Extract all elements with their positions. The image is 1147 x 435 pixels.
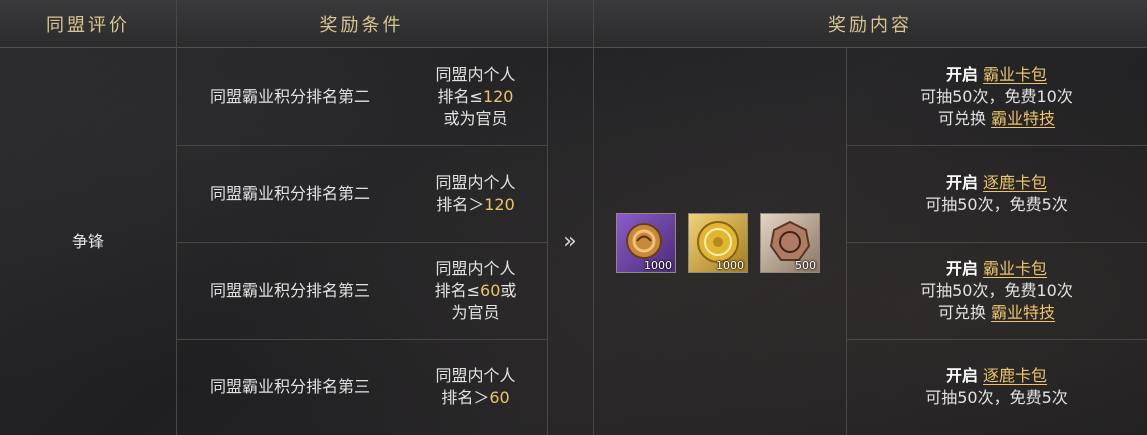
card-pack-link[interactable]: 逐鹿卡包 (983, 366, 1047, 385)
condition-text: 或为官员 (443, 108, 508, 128)
reward-draws: 可抽50次，免费5次 (925, 388, 1068, 407)
card-pack-link[interactable]: 霸业卡包 (983, 259, 1047, 278)
reward-open-line: 开启 霸业卡包 (946, 258, 1047, 280)
condition-number: 120 (482, 86, 514, 106)
reward-open-line: 开启 霸业卡包 (946, 64, 1047, 86)
reward-exchange-text: 可兑换 (937, 108, 986, 128)
reward-open-text: 开启 (945, 258, 978, 278)
reward-table: 同盟评价 奖励条件 奖励内容 争锋 同盟霸业积分排名第二 同盟内个人 排名≤12… (0, 0, 1147, 435)
condition-rank-line: 排名≤120 (438, 86, 514, 108)
condition-text: 为官员 (451, 302, 500, 322)
reward-open-text: 开启 (945, 172, 978, 192)
reward-open-text: 开启 (945, 366, 978, 385)
condition-text: 同盟内个人 (435, 172, 516, 192)
condition-text: 同盟内个人 (435, 64, 516, 84)
reward-description: 开启 霸业卡包 可抽50次，免费10次 可兑换 霸业特技 (846, 48, 1147, 145)
condition-text: 同盟内个人 (435, 366, 516, 385)
reward-exchange-line: 可兑换 霸业特技 (938, 302, 1055, 324)
rank-condition: 同盟霸业积分排名第三 (209, 280, 370, 300)
divider (593, 0, 594, 435)
reward-description: 开启 逐鹿卡包 可抽50次，免费5次 (846, 145, 1147, 242)
member-condition: 同盟内个人 排名≤60或 为官员 (404, 242, 547, 339)
item-count: 500 (795, 259, 816, 272)
reward-open-line: 开启 逐鹿卡包 (946, 172, 1047, 194)
reward-description: 开启 霸业卡包 可抽50次，免费10次 可兑换 霸业特技 (846, 242, 1147, 339)
reward-item[interactable]: 1000 (616, 213, 676, 273)
card-pack-link[interactable]: 逐鹿卡包 (983, 173, 1047, 192)
reward-exchange-line: 可兑换 霸业特技 (938, 108, 1055, 130)
rank-condition: 同盟霸业积分排名第二 (209, 183, 370, 203)
member-condition: 同盟内个人 排名＞120 (404, 145, 547, 242)
header-spacer (547, 0, 593, 48)
condition-text: 同盟内个人 (435, 258, 516, 278)
rank-condition: 同盟霸业积分排名第三 (209, 377, 370, 396)
reward-open-text: 开启 (945, 64, 978, 84)
member-condition: 同盟内个人 排名≤120 或为官员 (404, 48, 547, 145)
reward-exchange-text: 可兑换 (937, 302, 986, 322)
card-pack-link[interactable]: 霸业卡包 (983, 65, 1047, 84)
reward-draws: 可抽50次，免费10次 (920, 280, 1073, 300)
header-rewards: 奖励内容 (593, 0, 1147, 48)
condition-text: 排名≤ (437, 86, 483, 106)
double-arrow-icon: » (563, 229, 577, 254)
condition-number: 120 (484, 194, 515, 214)
reward-item[interactable]: 1000 (688, 213, 748, 273)
item-count: 1000 (644, 259, 672, 272)
header-conditions: 奖励条件 (176, 0, 547, 48)
reward-draws: 可抽50次，免费5次 (925, 194, 1068, 214)
condition-text: 排名＞ (441, 388, 490, 407)
header-evaluation: 同盟评价 (0, 0, 176, 48)
condition-text: 排名＞ (436, 194, 485, 214)
condition-text: 或 (500, 280, 517, 300)
member-condition: 同盟内个人 排名＞60 (404, 339, 547, 435)
reward-draws: 可抽50次，免费10次 (920, 86, 1073, 106)
reward-open-line: 开启 逐鹿卡包 (946, 365, 1047, 387)
condition-number: 60 (489, 388, 510, 407)
skill-link[interactable]: 霸业特技 (991, 109, 1055, 128)
item-count: 1000 (716, 259, 744, 272)
skill-link[interactable]: 霸业特技 (991, 303, 1055, 322)
reward-item[interactable]: 500 (760, 213, 820, 273)
condition-number: 60 (480, 280, 501, 300)
condition-text: 排名≤ (434, 280, 481, 300)
evaluation-value: 争锋 (71, 231, 104, 251)
rank-condition: 同盟霸业积分排名第二 (209, 86, 370, 106)
reward-description: 开启 逐鹿卡包 可抽50次，免费5次 (846, 339, 1147, 435)
condition-rank-line: 排名＞120 (436, 194, 515, 216)
condition-rank-line: 排名＞60 (441, 387, 509, 409)
condition-rank-line: 排名≤60或 (435, 280, 517, 302)
